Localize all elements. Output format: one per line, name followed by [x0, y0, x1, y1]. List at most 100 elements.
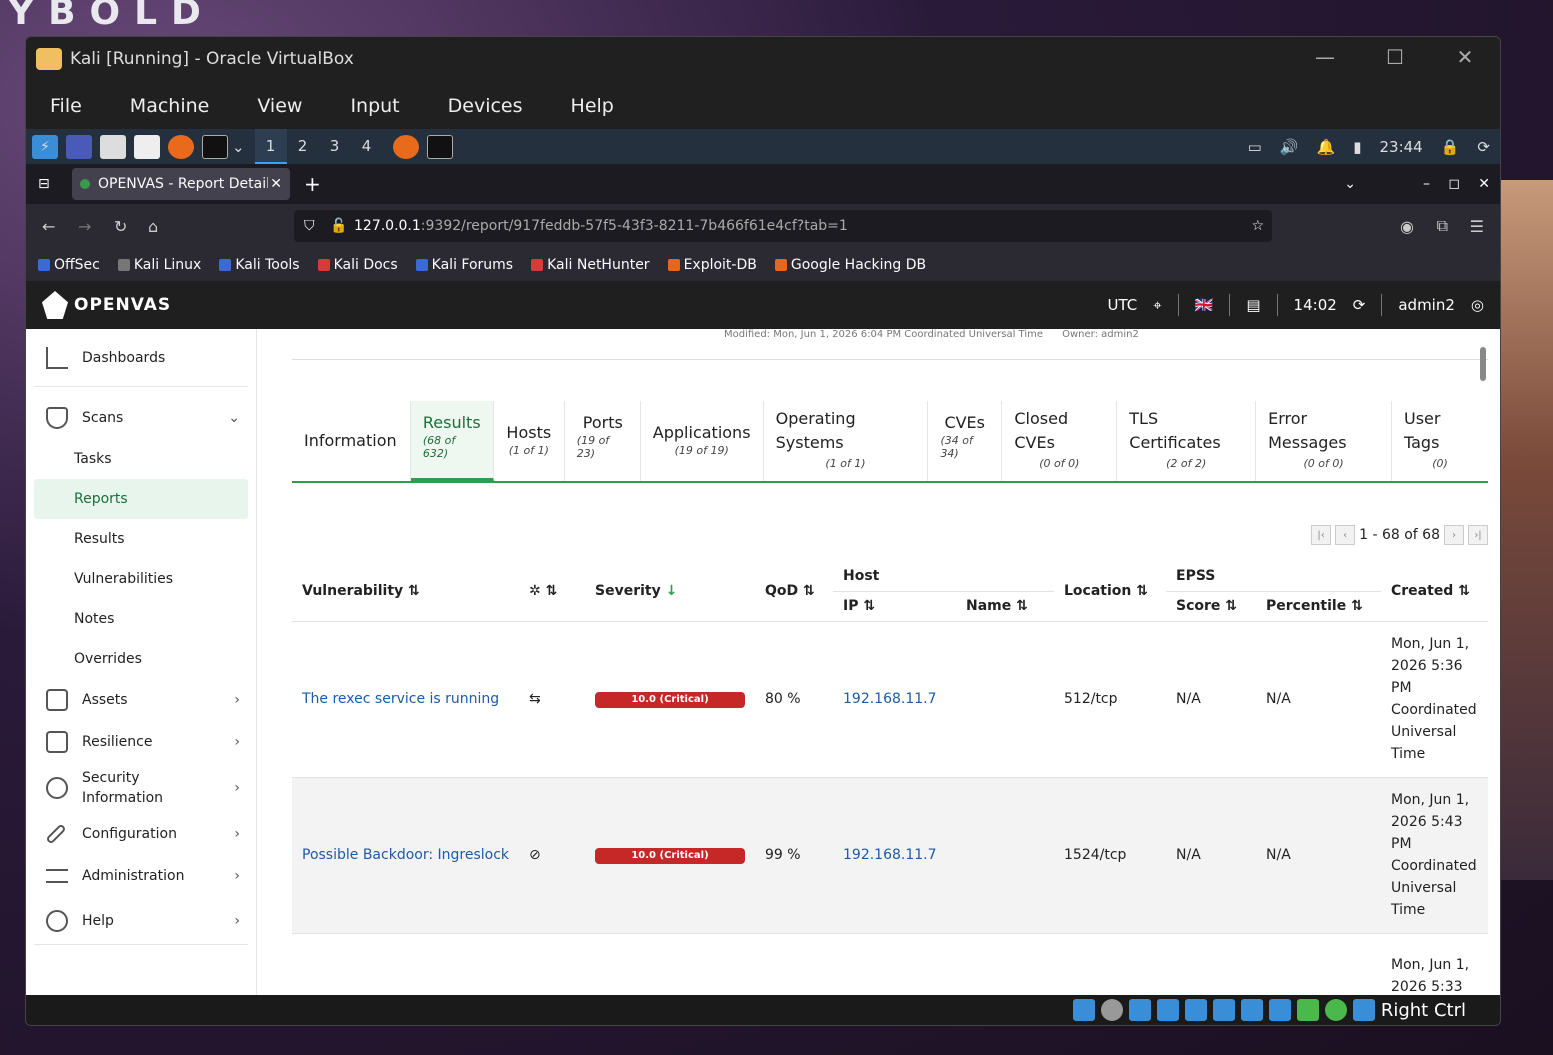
menu-file[interactable]: File: [50, 95, 82, 117]
bookmark-kali-tools[interactable]: Kali Tools: [219, 257, 300, 273]
menu-input[interactable]: Input: [350, 95, 399, 117]
panel-clock[interactable]: 23:44: [1380, 138, 1423, 156]
new-tab-button[interactable]: +: [304, 172, 321, 196]
desktop-icon[interactable]: [66, 134, 92, 159]
close-button[interactable]: ✕: [1430, 37, 1500, 77]
sidebar-item-scans[interactable]: Scans ⌄: [26, 397, 256, 439]
bookmark-kali-docs[interactable]: Kali Docs: [317, 257, 398, 273]
user-icon[interactable]: ◎: [1471, 296, 1484, 314]
url-bar[interactable]: ⛉ 🔓 127.0.0.1:9392/report/917feddb-57f5-…: [294, 210, 1272, 242]
tab-results[interactable]: Results (68 of 632): [410, 401, 494, 481]
workspace-4[interactable]: 4: [351, 129, 383, 164]
sidebar-item-notes[interactable]: Notes: [26, 599, 256, 639]
workspace-1[interactable]: 1: [254, 129, 287, 164]
sidebar-item-administration[interactable]: Administration ›: [26, 855, 256, 897]
column-vulnerability[interactable]: Vulnerability ⇅: [292, 561, 519, 621]
minimize-button[interactable]: —: [1290, 37, 1360, 77]
sidebar-item-dashboards[interactable]: Dashboards: [34, 329, 248, 387]
menu-devices[interactable]: Devices: [448, 95, 523, 117]
hdd-icon[interactable]: [1072, 999, 1095, 1021]
sidebar-item-tasks[interactable]: Tasks: [26, 439, 256, 479]
extensions-icon[interactable]: ⧉: [1437, 216, 1448, 236]
column-ip[interactable]: IP ⇅: [833, 591, 956, 621]
cpu-icon[interactable]: [1296, 999, 1319, 1021]
ff-close-button[interactable]: ✕: [1478, 176, 1490, 192]
tab-hosts[interactable]: Hosts (1 of 1): [494, 401, 565, 481]
sidebar-item-overrides[interactable]: Overrides: [26, 639, 256, 679]
account-icon[interactable]: ◉: [1400, 217, 1414, 236]
browser-tab[interactable]: OPENVAS - Report Details ✕: [72, 168, 290, 200]
bookmark-offsec[interactable]: OffSec: [38, 257, 100, 273]
reload-icon[interactable]: ↻: [114, 217, 127, 236]
last-page-icon[interactable]: ›|: [1468, 525, 1488, 545]
power-icon[interactable]: ⟳: [1477, 138, 1490, 156]
workspace-2[interactable]: 2: [287, 129, 319, 164]
lock-icon[interactable]: 🔒: [1441, 138, 1460, 156]
shield-icon[interactable]: ⛉: [304, 218, 315, 234]
terminal-icon[interactable]: [202, 134, 228, 159]
bookmark-kali-linux[interactable]: Kali Linux: [117, 257, 201, 273]
bell-icon[interactable]: 🔔: [1317, 138, 1336, 156]
first-page-icon[interactable]: |‹: [1311, 525, 1332, 545]
tab-information[interactable]: Information: [292, 401, 411, 481]
sidebar-item-configuration[interactable]: Configuration ›: [26, 813, 256, 855]
tab-error-messages[interactable]: Error Messages (0 of 0): [1256, 401, 1392, 481]
column-location[interactable]: Location ⇅: [1054, 561, 1166, 621]
tab-ports[interactable]: Ports (19 of 23): [565, 401, 641, 481]
forward-icon[interactable]: →: [78, 217, 91, 236]
column-score[interactable]: Score ⇅: [1166, 591, 1256, 621]
column-qod[interactable]: QoD ⇅: [755, 561, 833, 621]
manual-icon[interactable]: ▤: [1246, 296, 1260, 314]
usb-icon[interactable]: [1184, 999, 1207, 1021]
optical-drive-icon[interactable]: [1100, 999, 1123, 1021]
sidebar-item-reports[interactable]: Reports: [34, 479, 248, 519]
sidebar-item-security-information[interactable]: Security Information ›: [26, 763, 256, 813]
tab-operating-systems[interactable]: Operating Systems (1 of 1): [764, 401, 929, 481]
volume-icon[interactable]: 🔊: [1280, 138, 1299, 156]
sidebar-item-assets[interactable]: Assets ›: [26, 679, 256, 721]
host-ip-link[interactable]: 192.168.11.7: [843, 847, 937, 863]
column-severity[interactable]: Severity ↓: [585, 561, 755, 621]
network-icon[interactable]: [1156, 999, 1179, 1021]
tab-closed-cves[interactable]: Closed CVEs (0 of 0): [1002, 401, 1118, 481]
host-ip-link[interactable]: 192.168.11.7: [843, 691, 937, 707]
kali-menu-icon[interactable]: ⚡: [32, 134, 58, 159]
bookmark-kali-nethunter[interactable]: Kali NetHunter: [531, 257, 650, 273]
previous-page-icon[interactable]: ‹: [1335, 525, 1356, 545]
display-icon[interactable]: [1240, 999, 1263, 1021]
sidebar-item-vulnerabilities[interactable]: Vulnerabilities: [26, 559, 256, 599]
firefox-task-icon[interactable]: [392, 134, 419, 159]
column-percentile[interactable]: Percentile ⇅: [1256, 591, 1381, 621]
lock-icon[interactable]: 🔓: [330, 218, 347, 234]
menu-help[interactable]: Help: [571, 95, 614, 117]
terminal-task-icon[interactable]: [426, 134, 453, 159]
text-editor-icon[interactable]: [134, 134, 160, 159]
tab-applications[interactable]: Applications (19 of 19): [641, 401, 764, 481]
tab-cves[interactable]: CVEs (34 of 34): [928, 401, 1003, 481]
menu-machine[interactable]: Machine: [130, 95, 210, 117]
tab-user-tags[interactable]: User Tags (0): [1392, 401, 1488, 481]
openvas-logo[interactable]: OPENVAS: [42, 291, 171, 319]
vulnerability-link[interactable]: Possible Backdoor: Ingreslock: [302, 847, 509, 863]
tab-tls-certificates[interactable]: TLS Certificates (2 of 2): [1117, 401, 1257, 481]
ff-maximize-button[interactable]: ◻: [1448, 176, 1460, 192]
bookmark-kali-forums[interactable]: Kali Forums: [415, 257, 513, 273]
file-manager-icon[interactable]: [100, 134, 126, 159]
audio-icon[interactable]: [1128, 999, 1151, 1021]
recording-icon[interactable]: [1268, 999, 1291, 1021]
display-icon[interactable]: ▭: [1248, 138, 1262, 156]
language-flag-icon[interactable]: 🇬🇧: [1195, 296, 1214, 314]
column-created[interactable]: Created ⇅: [1381, 561, 1488, 621]
close-tab-icon[interactable]: ✕: [270, 176, 282, 192]
sidebar-item-help[interactable]: Help ›: [34, 897, 248, 945]
firefox-icon[interactable]: [168, 134, 194, 159]
column-name[interactable]: Name ⇅: [956, 591, 1054, 621]
maximize-button[interactable]: ☐: [1360, 37, 1430, 77]
chevron-down-icon[interactable]: ⌄: [232, 138, 245, 156]
list-tabs-icon[interactable]: ⌄: [1344, 176, 1356, 192]
menu-view[interactable]: View: [257, 95, 302, 117]
workspace-3[interactable]: 3: [319, 129, 351, 164]
shared-folder-icon[interactable]: [1212, 999, 1235, 1021]
sidebar-item-resilience[interactable]: Resilience ›: [26, 721, 256, 763]
scrollbar[interactable]: [1480, 347, 1486, 381]
